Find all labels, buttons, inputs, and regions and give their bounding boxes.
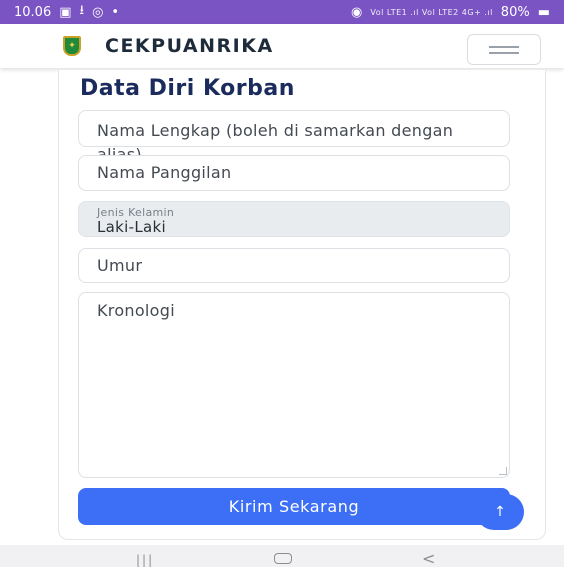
umur-placeholder: Umur	[97, 256, 143, 275]
arrow-up-icon[interactable]: ↑	[476, 494, 524, 530]
logo-emblem[interactable]: ✦	[63, 36, 81, 56]
battery-icon: ▬	[537, 4, 550, 20]
back-icon[interactable]: <	[422, 549, 435, 567]
status-left: 10.06 ▣ ⭳ ◎ •	[14, 1, 119, 23]
status-bar: 10.06 ▣ ⭳ ◎ • ◉ Vol LTE1 .ıl Vol LTE2 4G…	[0, 0, 564, 24]
kronologi-textarea[interactable]: Kronologi	[78, 292, 510, 478]
signal-icon: Vol LTE1 .ıl Vol LTE2 4G+ .ıl	[370, 7, 493, 17]
jenis-kelamin-value: Laki-Laki	[97, 218, 166, 236]
nama-panggilan-placeholder: Nama Panggilan	[97, 163, 232, 182]
recents-icon[interactable]: |||	[136, 553, 154, 567]
home-icon[interactable]	[274, 553, 292, 564]
logo-glyph: ✦	[68, 41, 76, 51]
hotspot-icon: ◉	[351, 4, 363, 20]
nama-lengkap-field[interactable]: Nama Lengkap (boleh di samarkan dengan a…	[78, 110, 510, 164]
nama-panggilan-field[interactable]: Nama Panggilan	[78, 155, 510, 191]
dot-icon: •	[111, 4, 120, 20]
android-nav-bar: ||| <	[0, 545, 564, 567]
section-title: Data Diri Korban	[80, 76, 295, 101]
jenis-kelamin-select[interactable]: Jenis Kelamin Laki-Laki	[78, 201, 510, 237]
brand-name[interactable]: CEKPUANRIKA	[105, 35, 274, 57]
status-time: 10.06	[14, 4, 52, 20]
download-icon: ⭳	[79, 3, 85, 18]
hamburger-line	[489, 51, 519, 54]
hamburger-icon[interactable]	[467, 34, 541, 65]
hamburger-line	[489, 45, 519, 48]
battery-level: 80%	[500, 4, 530, 20]
gallery-icon: ▣	[59, 4, 72, 20]
resize-handle[interactable]	[499, 467, 507, 475]
instagram-icon: ◎	[92, 4, 104, 20]
submit-button[interactable]: Kirim Sekarang	[78, 488, 510, 525]
status-right: ◉ Vol LTE1 .ıl Vol LTE2 4G+ .ıl 80% ▬	[351, 5, 550, 20]
navbar: ✦ CEKPUANRIKA	[0, 24, 564, 68]
umur-field[interactable]: Umur	[78, 248, 510, 283]
kronologi-placeholder: Kronologi	[97, 301, 175, 320]
to-top-glyph: ↑	[494, 504, 506, 520]
